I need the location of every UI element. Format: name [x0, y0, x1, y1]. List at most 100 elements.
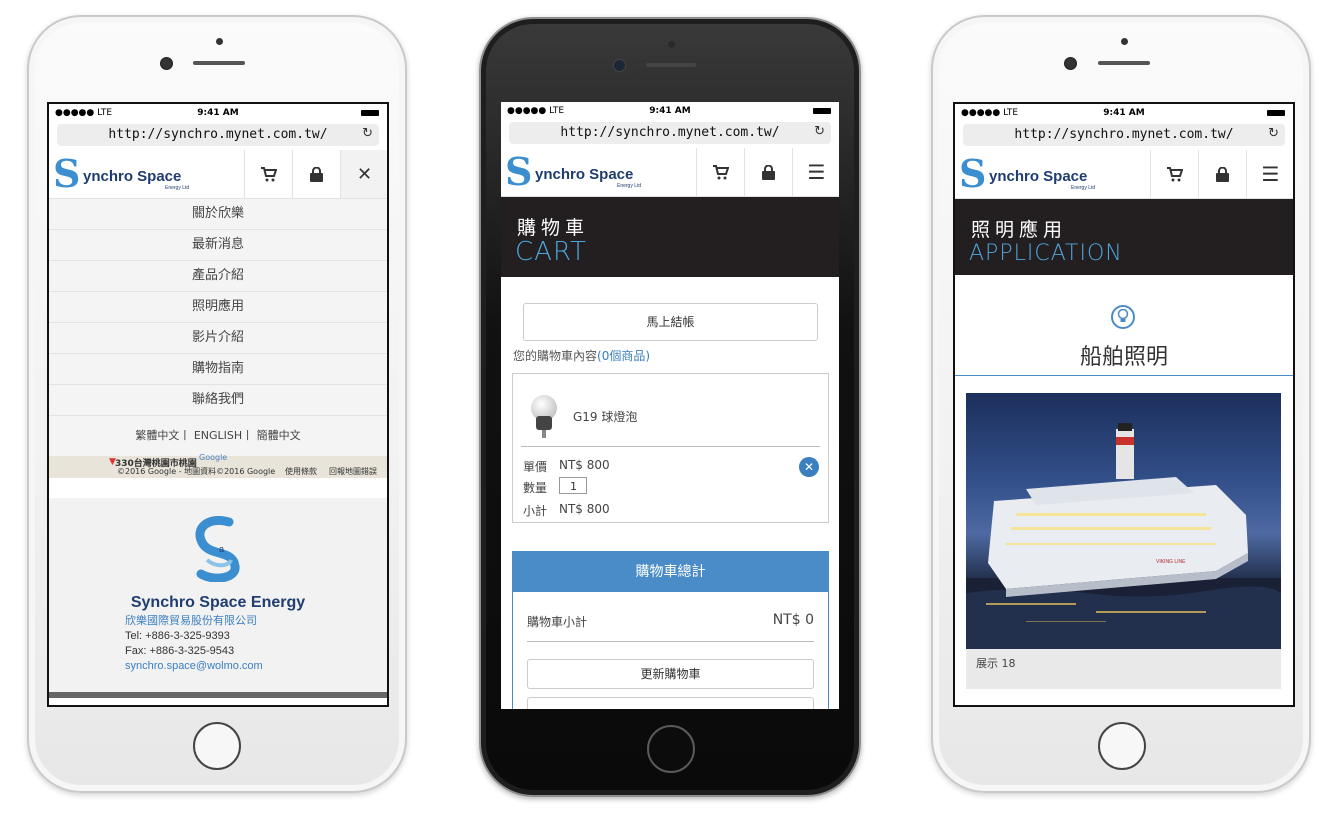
reload-icon[interactable]: ↻	[814, 124, 825, 139]
nav-menu-item[interactable]: 關於欣樂	[49, 199, 387, 230]
url-bar: http://synchro.mynet.com.tw/ ↻	[501, 120, 839, 148]
close-menu-button[interactable]: ✕	[340, 150, 387, 198]
qty-input[interactable]: 1	[559, 477, 587, 494]
site-logo[interactable]: S ynchro Space Energy Ltd	[959, 154, 1149, 194]
reload-icon[interactable]: ↻	[362, 126, 373, 141]
gallery-card[interactable]: VIKING LINE 展示 18	[966, 393, 1281, 689]
front-camera	[1064, 57, 1077, 70]
lock-button[interactable]	[744, 148, 792, 196]
nav-menu-item[interactable]: 產品介紹	[49, 261, 387, 292]
home-button[interactable]	[1098, 722, 1146, 770]
remove-item-button[interactable]: ✕	[799, 457, 819, 477]
bulb-image	[529, 394, 559, 440]
map-report-link[interactable]: 回報地圖錯誤	[329, 466, 377, 477]
checkout-button[interactable]: 馬上結帳	[523, 303, 818, 341]
lock-button[interactable]	[1198, 150, 1246, 198]
ship-image: VIKING LINE	[966, 423, 1281, 649]
footer-logo-mark: a	[189, 516, 245, 583]
earpiece-speaker	[1098, 61, 1150, 65]
cart-button[interactable]	[1150, 150, 1198, 198]
home-button[interactable]	[647, 725, 695, 773]
light-bulb-icon	[531, 395, 557, 438]
nav-menu-item[interactable]: 購物指南	[49, 354, 387, 385]
proximity-sensor	[1121, 38, 1128, 45]
clock: 9:41 AM	[1103, 108, 1145, 118]
nav-menu-item[interactable]: 最新消息	[49, 230, 387, 261]
logo-name: ynchro Space	[83, 168, 182, 185]
cart-item: G19 球燈泡 單價 NT$ 800 數量 1 小計 NT$ 800 ✕	[512, 373, 829, 523]
reload-icon[interactable]: ↻	[1268, 126, 1279, 141]
front-camera	[613, 59, 626, 72]
proximity-sensor	[216, 38, 223, 45]
cart-icon	[1166, 166, 1183, 181]
map-credit: ©2016 Google - 地圖資料©2016 Google	[117, 467, 276, 476]
logo-name: ynchro Space	[535, 166, 634, 183]
status-bar: ●●●●● LTE 9:41 AM	[955, 104, 1293, 122]
ship-photo[interactable]: VIKING LINE	[966, 393, 1281, 649]
site-header: S ynchro Space Energy Ltd ☰	[501, 148, 839, 197]
proximity-sensor	[668, 41, 675, 48]
totals-divider	[527, 641, 814, 642]
menu-button[interactable]: ☰	[1246, 150, 1293, 198]
url-field[interactable]: http://synchro.mynet.com.tw/	[963, 124, 1285, 146]
nav-menu-item[interactable]: 照明應用	[49, 292, 387, 323]
qty-label: 數量	[523, 481, 548, 495]
cart-contents-info: 您的購物車內容(0個商品)	[513, 347, 650, 364]
menu-button[interactable]: ☰	[792, 148, 839, 196]
gallery-caption: 展示 18	[976, 657, 1016, 670]
swirl-logo-icon: a	[195, 516, 240, 583]
page-banner: 購物車 CART	[501, 197, 839, 277]
section-divider	[955, 375, 1293, 376]
nav-menu-item[interactable]: 聯絡我們	[49, 385, 387, 416]
hamburger-icon: ☰	[807, 160, 826, 184]
cart-icon	[260, 166, 277, 181]
close-icon: ✕	[356, 163, 373, 185]
lock-icon	[762, 164, 775, 180]
svg-text:VIKING LINE: VIKING LINE	[1156, 559, 1186, 565]
clock: 9:41 AM	[197, 108, 239, 118]
earpiece-speaker	[646, 63, 696, 67]
url-field[interactable]: http://synchro.mynet.com.tw/	[509, 122, 831, 144]
url-field[interactable]: http://synchro.mynet.com.tw/	[57, 124, 379, 146]
url-text: http://synchro.mynet.com.tw/	[108, 127, 328, 142]
phone-left: ●●●●● LTE 9:41 AM http://synchro.mynet.c…	[27, 15, 407, 793]
price-value: NT$ 800	[559, 458, 610, 472]
logo-s-mark: S	[959, 151, 987, 196]
nav-menu: 關於欣樂 最新消息 產品介紹 照明應用 影片介紹 購物指南 聯絡我們	[49, 199, 387, 416]
lock-icon	[1216, 166, 1229, 182]
banner-title-en: CART	[515, 237, 587, 267]
page-banner: 照明應用 APPLICATION	[955, 199, 1293, 275]
clock: 9:41 AM	[649, 106, 691, 116]
hamburger-icon: ☰	[1261, 162, 1280, 186]
phone-right: ●●●●● LTE 9:41 AM http://synchro.mynet.c…	[931, 15, 1311, 793]
language-switcher[interactable]: 繁體中文丨 ENGLISH丨 簡體中文	[49, 416, 387, 456]
map-pin-icon: ▼	[109, 457, 116, 467]
cart-contents-label: 您的購物車內容	[513, 349, 598, 363]
banner-title-en: APPLICATION	[969, 241, 1123, 266]
home-button[interactable]	[193, 722, 241, 770]
update-cart-button[interactable]: 更新購物車	[527, 659, 814, 689]
price-label: 單價	[523, 460, 548, 474]
nav-menu-item[interactable]: 影片介紹	[49, 323, 387, 354]
cart-button[interactable]	[244, 150, 292, 198]
lock-button[interactable]	[292, 150, 340, 198]
map-embed[interactable]: 330台灣桃園市桃園 ▼ Google ©2016 Google - 地圖資料©…	[49, 453, 387, 478]
banner-title-zh: 照明應用	[971, 219, 1068, 241]
item-divider	[521, 446, 820, 447]
cart-button[interactable]	[696, 148, 744, 196]
logo-subtitle: Energy Ltd	[617, 183, 642, 189]
site-logo[interactable]: S ynchro Space Energy Ltd	[505, 152, 695, 192]
screen-cart: ●●●●● LTE 9:41 AM http://synchro.mynet.c…	[501, 102, 839, 709]
logo-subtitle: Energy Ltd	[1071, 185, 1096, 191]
status-bar: ●●●●● LTE 9:41 AM	[501, 102, 839, 120]
footer-company-en: Synchro Space Energy	[130, 594, 306, 611]
logo-s-mark: S	[505, 149, 533, 194]
item-name[interactable]: G19 球燈泡	[573, 408, 637, 425]
footer-email[interactable]: synchro.space@wolmo.com	[125, 659, 263, 674]
cart-count-link[interactable]: (0個商品)	[597, 349, 650, 363]
site-logo[interactable]: S ynchro Space Energy Ltd	[53, 154, 243, 194]
totals-header: 購物車總計	[513, 552, 828, 592]
lock-icon	[310, 166, 323, 182]
next-button-partial[interactable]	[527, 697, 814, 709]
map-terms-link[interactable]: 使用條款	[285, 466, 317, 477]
